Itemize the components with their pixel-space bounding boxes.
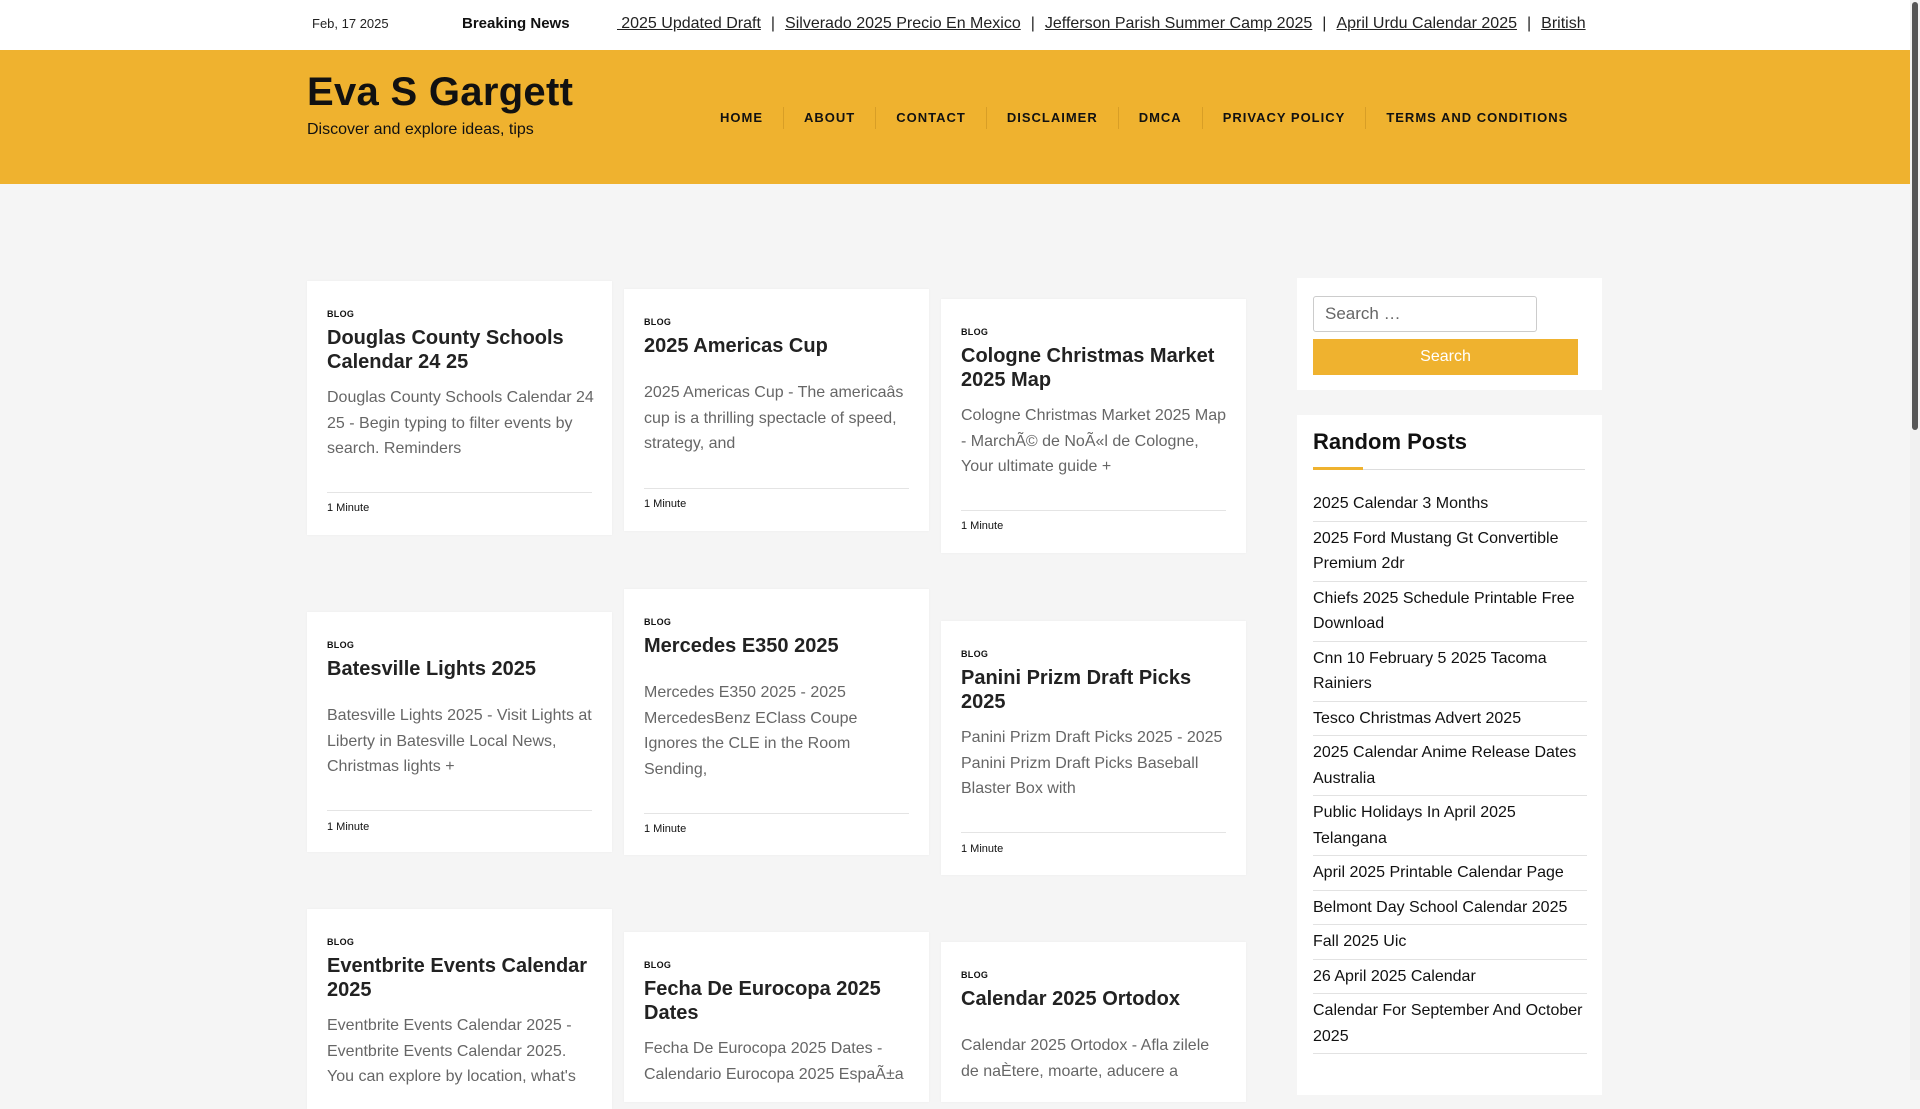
ticker-separator: | xyxy=(1030,15,1035,32)
read-time: 1 Minute xyxy=(327,821,370,833)
ticker-link[interactable]: British xyxy=(1541,15,1585,32)
card-divider xyxy=(961,832,1226,833)
post-category[interactable]: BLOG xyxy=(644,960,671,970)
post-excerpt: Mercedes E350 2025 - 2025 MercedesBenz E… xyxy=(644,684,858,778)
post-excerpt: Panini Prizm Draft Picks 2025 - 2025 Pan… xyxy=(961,729,1223,797)
nav-about[interactable]: ABOUT xyxy=(784,107,877,129)
scrollbar-thumb[interactable] xyxy=(1912,2,1918,430)
breaking-news-ticker: aft 2025 Updated Draft | Silverado 2025 Pr… xyxy=(617,15,1603,37)
current-date: Feb, 17 2025 xyxy=(312,16,389,31)
post-category[interactable]: BLOG xyxy=(961,970,988,980)
post-title[interactable]: Batesville Lights 2025 xyxy=(327,657,597,681)
post-card: BLOG Douglas County Schools Calendar 24 … xyxy=(307,281,612,535)
post-card: BLOG Panini Prizm Draft Picks 2025 Panin… xyxy=(941,621,1246,875)
top-bar: Feb, 17 2025 Breaking News aft 2025 Upda… xyxy=(0,0,1910,51)
ticker-link[interactable]: April Urdu Calendar 2025 xyxy=(1336,15,1517,32)
read-time: 1 Minute xyxy=(644,498,687,510)
post-card: BLOG Fecha De Eurocopa 2025 Dates Fecha … xyxy=(624,932,929,1102)
post-title[interactable]: 2025 Americas Cup xyxy=(644,334,914,358)
random-post-link[interactable]: Cnn 10 February 5 2025 Tacoma Rainiers xyxy=(1313,642,1587,702)
random-post-link[interactable]: 26 April 2025 Calendar xyxy=(1313,960,1587,994)
post-excerpt: Batesville Lights 2025 - Visit Lights at… xyxy=(327,707,592,775)
heading-accent-bar xyxy=(1313,467,1363,470)
random-posts-list: 2025 Calendar 3 Months 2025 Ford Mustang… xyxy=(1313,487,1587,1054)
post-category[interactable]: BLOG xyxy=(961,649,988,659)
site-header: Eva S Gargett Discover and explore ideas… xyxy=(0,50,1910,184)
post-card: BLOG Batesville Lights 2025 Batesville L… xyxy=(307,612,612,852)
ticker-separator: | xyxy=(770,15,776,32)
search-input[interactable] xyxy=(1313,296,1537,332)
site-tagline: Discover and explore ideas, tips xyxy=(307,121,534,138)
breaking-news-label: Breaking News xyxy=(462,15,570,32)
card-divider xyxy=(644,488,909,489)
post-title[interactable]: Eventbrite Events Calendar 2025 xyxy=(327,954,597,1002)
search-widget: Search xyxy=(1297,278,1602,390)
ticker-separator: | xyxy=(1322,15,1327,32)
nav-disclaimer[interactable]: DISCLAIMER xyxy=(987,107,1119,129)
random-posts-heading: Random Posts xyxy=(1313,429,1468,454)
random-post-link[interactable]: Public Holidays In April 2025 Telangana xyxy=(1313,796,1587,856)
post-excerpt: Fecha De Eurocopa 2025 Dates - Calendari… xyxy=(644,1040,904,1083)
post-card: BLOG Eventbrite Events Calendar 2025 Eve… xyxy=(307,909,612,1109)
post-card: BLOG Calendar 2025 Ortodox Calendar 2025… xyxy=(941,942,1246,1102)
random-post-link[interactable]: Tesco Christmas Advert 2025 xyxy=(1313,702,1587,736)
nav-privacy-policy[interactable]: PRIVACY POLICY xyxy=(1203,107,1367,129)
random-post-link[interactable]: Calendar For September And October 2025 xyxy=(1313,994,1587,1054)
random-post-link[interactable]: Belmont Day School Calendar 2025 xyxy=(1313,891,1587,925)
post-excerpt: 2025 Americas Cup - The americaâs cup is… xyxy=(644,384,904,452)
post-category[interactable]: BLOG xyxy=(644,617,671,627)
post-title[interactable]: Cologne Christmas Market 2025 Map xyxy=(961,344,1231,392)
read-time: 1 Minute xyxy=(961,520,1004,532)
post-card: BLOG 2025 Americas Cup 2025 Americas Cup… xyxy=(624,289,929,531)
read-time: 1 Minute xyxy=(644,823,687,835)
random-post-link[interactable]: 2025 Calendar Anime Release Dates Austra… xyxy=(1313,736,1587,796)
nav-dmca[interactable]: DMCA xyxy=(1119,107,1203,129)
random-post-link[interactable]: 2025 Ford Mustang Gt Convertible Premium… xyxy=(1313,522,1587,582)
nav-home[interactable]: HOME xyxy=(700,107,784,129)
post-title[interactable]: Fecha De Eurocopa 2025 Dates xyxy=(644,977,914,1025)
search-button[interactable]: Search xyxy=(1313,339,1578,375)
post-card: BLOG Mercedes E350 2025 Mercedes E350 20… xyxy=(624,589,929,855)
post-card: BLOG Cologne Christmas Market 2025 Map C… xyxy=(941,299,1246,553)
nav-contact[interactable]: CONTACT xyxy=(876,107,987,129)
heading-underline xyxy=(1363,469,1585,470)
post-category[interactable]: BLOG xyxy=(327,937,354,947)
random-post-link[interactable]: 2025 Calendar 3 Months xyxy=(1313,487,1587,522)
nav-terms-and-conditions[interactable]: TERMS AND CONDITIONS xyxy=(1366,107,1588,129)
card-divider xyxy=(327,810,592,811)
post-excerpt: Douglas County Schools Calendar 24 25 - … xyxy=(327,389,594,457)
read-time: 1 Minute xyxy=(961,843,1004,855)
post-category[interactable]: BLOG xyxy=(961,327,988,337)
ticker-link[interactable]: aft 2025 Updated Draft xyxy=(617,15,761,32)
ticker-separator: | xyxy=(1526,15,1532,32)
post-title[interactable]: Panini Prizm Draft Picks 2025 xyxy=(961,666,1231,714)
main-nav: HOME ABOUT CONTACT DISCLAIMER DMCA PRIVA… xyxy=(700,107,1588,129)
random-post-link[interactable]: Fall 2025 Uic xyxy=(1313,925,1587,960)
post-excerpt: Calendar 2025 Ortodox - Afla zilele de n… xyxy=(961,1037,1210,1080)
random-posts-widget: Random Posts 2025 Calendar 3 Months 2025… xyxy=(1297,415,1602,1095)
card-divider xyxy=(327,492,592,493)
post-category[interactable]: BLOG xyxy=(644,317,671,327)
card-divider xyxy=(644,813,909,814)
read-time: 1 Minute xyxy=(327,502,370,514)
post-title[interactable]: Calendar 2025 Ortodox xyxy=(961,987,1231,1011)
random-post-link[interactable]: Chiefs 2025 Schedule Printable Free Down… xyxy=(1313,582,1587,642)
card-divider xyxy=(961,510,1226,511)
post-category[interactable]: BLOG xyxy=(327,309,354,319)
site-title[interactable]: Eva S Gargett xyxy=(307,70,573,115)
post-title[interactable]: Douglas County Schools Calendar 24 25 xyxy=(327,326,597,374)
post-excerpt: Cologne Christmas Market 2025 Map - Marc… xyxy=(961,407,1227,475)
ticker-link[interactable]: Jefferson Parish Summer Camp 2025 xyxy=(1045,15,1312,32)
post-excerpt: Eventbrite Events Calendar 2025 - Eventb… xyxy=(327,1017,576,1085)
post-category[interactable]: BLOG xyxy=(327,640,354,650)
post-title[interactable]: Mercedes E350 2025 xyxy=(644,634,914,658)
ticker-link[interactable]: Silverado 2025 Precio En Mexico xyxy=(785,15,1021,32)
random-post-link[interactable]: April 2025 Printable Calendar Page xyxy=(1313,856,1587,891)
